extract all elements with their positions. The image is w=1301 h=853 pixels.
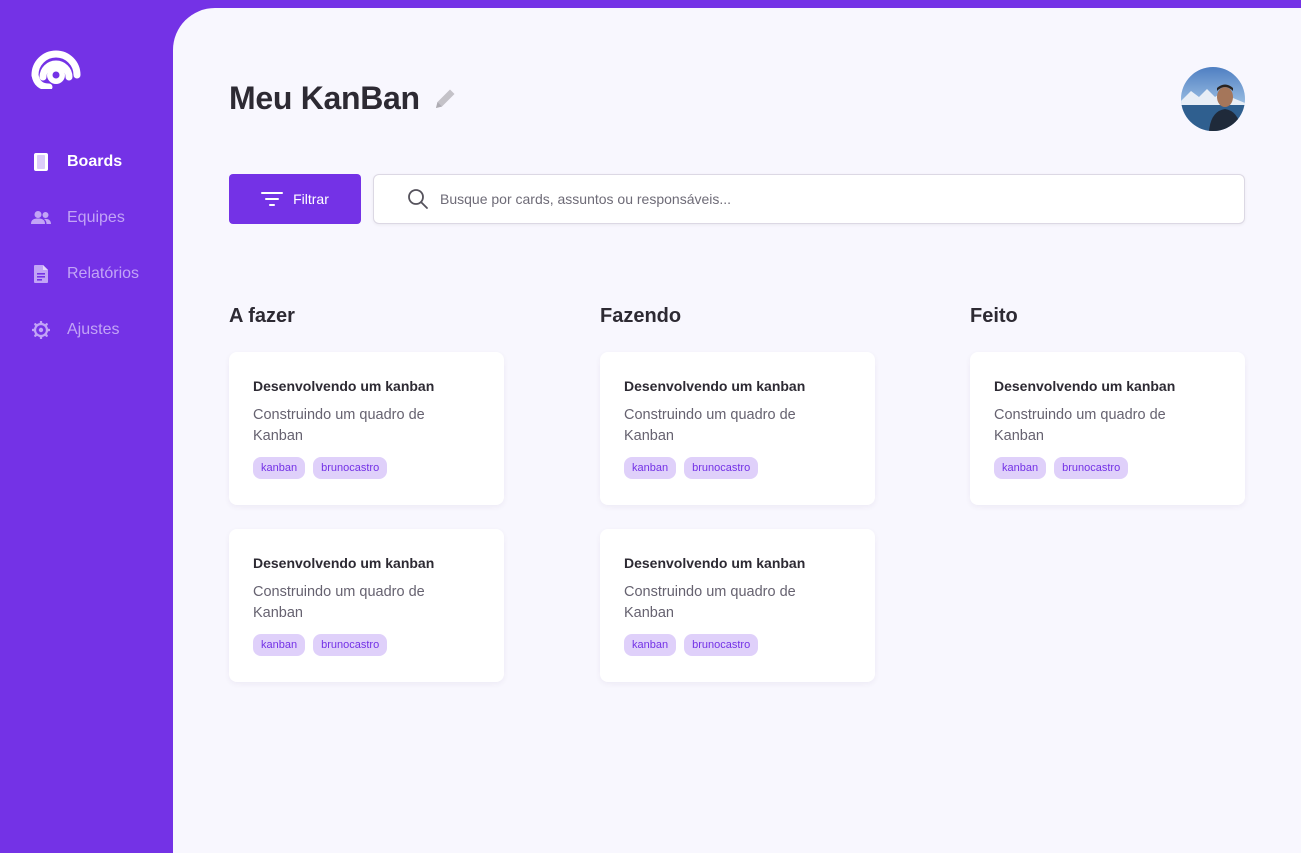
- search-icon: [408, 189, 428, 209]
- card-title: Desenvolvendo um kanban: [624, 378, 806, 394]
- tag[interactable]: kanban: [624, 457, 677, 479]
- tag[interactable]: kanban: [994, 457, 1047, 479]
- tag[interactable]: brunocastro: [684, 634, 759, 656]
- card-title: Desenvolvendo um kanban: [624, 555, 806, 571]
- gear-icon: [31, 320, 51, 340]
- column-title: A fazer: [229, 305, 295, 327]
- sidebar-item-ajustes[interactable]: Ajustes: [31, 317, 139, 343]
- card-description: Construindo um quadro de Kanban: [994, 407, 1166, 444]
- card-description: Construindo um quadro de Kanban: [624, 407, 796, 444]
- card-title: Desenvolvendo um kanban: [253, 378, 435, 394]
- tag[interactable]: kanban: [624, 634, 677, 656]
- page-header: Meu KanBan: [229, 80, 458, 117]
- search-bar: [373, 174, 1245, 224]
- sidebar-item-label: Ajustes: [67, 321, 120, 338]
- page-title: Meu KanBan: [229, 80, 420, 116]
- kanban-card[interactable]: Desenvolvendo um kanban Construindo um q…: [970, 352, 1245, 505]
- users-icon: [31, 208, 51, 228]
- search-input[interactable]: [440, 191, 1200, 207]
- card-description: Construindo um quadro de Kanban: [624, 584, 796, 621]
- board-icon: [31, 152, 51, 172]
- tag[interactable]: kanban: [253, 457, 306, 479]
- column-title: Feito: [970, 305, 1018, 327]
- sidebar-item-equipes[interactable]: Equipes: [31, 205, 139, 231]
- card-description: Construindo um quadro de Kanban: [253, 407, 425, 444]
- sidebar-item-label: Relatórios: [67, 265, 140, 282]
- tag[interactable]: brunocastro: [313, 457, 388, 479]
- kanban-card[interactable]: Desenvolvendo um kanban Construindo um q…: [229, 529, 504, 682]
- tag[interactable]: brunocastro: [313, 634, 388, 656]
- logo-icon: [31, 50, 81, 89]
- filter-button[interactable]: Filtrar: [229, 174, 361, 224]
- sidebar-item-label: Boards: [67, 153, 123, 170]
- kanban-card[interactable]: Desenvolvendo um kanban Construindo um q…: [600, 529, 875, 682]
- avatar[interactable]: [1181, 67, 1245, 131]
- kanban-card[interactable]: Desenvolvendo um kanban Construindo um q…: [229, 352, 504, 505]
- sidebar: Boards Equipes Relatórios Ajustes: [0, 0, 173, 853]
- filter-icon: [261, 192, 284, 206]
- tag[interactable]: brunocastro: [1054, 457, 1129, 479]
- document-icon: [31, 264, 51, 284]
- card-title: Desenvolvendo um kanban: [253, 555, 435, 571]
- filter-button-label: Filtrar: [293, 191, 329, 207]
- main-content: Meu KanBan Filtrar Busque por cards, ass…: [173, 8, 1301, 853]
- sidebar-item-label: Equipes: [67, 209, 125, 226]
- column-fazendo: Fazendo Desenvolvendo um kanban Construi…: [600, 305, 875, 706]
- column-title: Fazendo: [600, 305, 682, 327]
- column-a-fazer: A fazer Desenvolvendo um kanban Construi…: [229, 305, 504, 706]
- tag[interactable]: brunocastro: [684, 457, 759, 479]
- card-title: Desenvolvendo um kanban: [994, 378, 1176, 394]
- sidebar-item-boards[interactable]: Boards: [31, 149, 139, 175]
- tag[interactable]: kanban: [253, 634, 306, 656]
- pencil-icon[interactable]: [432, 86, 458, 112]
- sidebar-nav: Boards Equipes Relatórios Ajustes: [31, 149, 139, 373]
- column-feito: Feito Desenvolvendo um kanban Construind…: [970, 305, 1245, 529]
- kanban-card[interactable]: Desenvolvendo um kanban Construindo um q…: [600, 352, 875, 505]
- sidebar-item-relatorios[interactable]: Relatórios: [31, 261, 139, 287]
- card-description: Construindo um quadro de Kanban: [253, 584, 425, 621]
